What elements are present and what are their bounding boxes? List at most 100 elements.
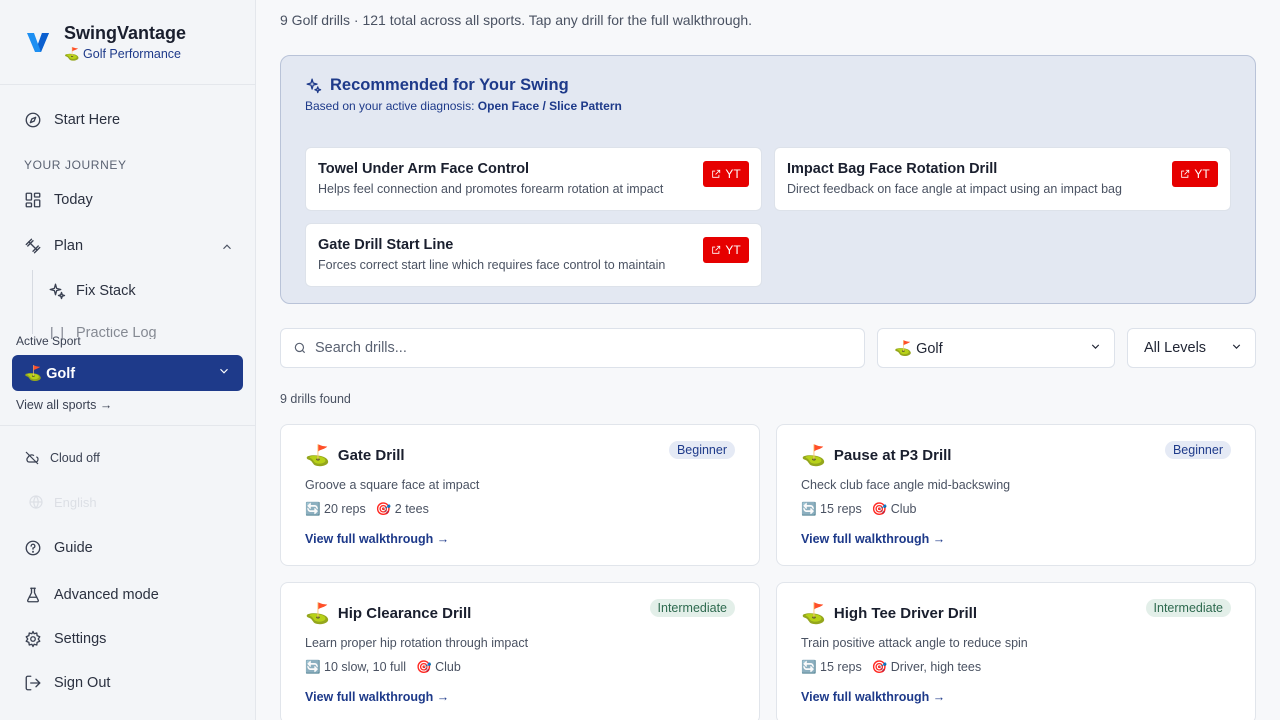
drill-name: Hip Clearance Drill <box>337 605 472 622</box>
nav-label: Guide <box>54 540 93 556</box>
search-icon <box>294 342 306 354</box>
main-content: 9 Golf drills · 121 total across all spo… <box>256 0 1280 720</box>
compass-icon <box>25 112 41 128</box>
language-ghost: English <box>28 494 97 510</box>
nav-today[interactable]: Today <box>24 191 93 209</box>
active-sport-label: Active Sport <box>16 334 81 348</box>
youtube-button[interactable]: YT <box>703 237 749 263</box>
grid-icon <box>25 192 41 208</box>
level-badge: Intermediate <box>649 599 735 617</box>
flask-icon <box>27 587 39 603</box>
recommended-subtitle: Based on your active diagnosis: Open Fac… <box>305 99 622 113</box>
walkthrough-link[interactable]: View full walkthrough → <box>801 690 945 704</box>
youtube-button[interactable]: YT <box>703 161 749 187</box>
nav-start-here[interactable]: Start Here <box>24 111 120 129</box>
chevron-up-icon[interactable] <box>220 240 234 254</box>
drill-card[interactable]: ⛳ Gate Drill Beginner Groove a square fac… <box>280 424 760 566</box>
nav-sign-out[interactable]: Sign Out <box>24 674 110 692</box>
level-badge: Intermediate <box>1145 599 1231 617</box>
drill-reps: 🔄 20 reps <box>305 502 366 516</box>
drill-card[interactable]: ⛳ High Tee Driver Drill Intermediate Trai… <box>776 582 1256 720</box>
nav-section-journey: YOUR JOURNEY <box>24 158 127 172</box>
nav-advanced-mode[interactable]: Advanced mode <box>24 586 159 604</box>
drill-desc: Train positive attack angle to reduce sp… <box>801 636 1028 650</box>
recommended-sub-prefix: Based on your active diagnosis: <box>305 99 478 113</box>
nav-guide[interactable]: Guide <box>24 539 93 557</box>
drill-reps: 🔄 15 reps <box>801 660 862 674</box>
gear-icon <box>25 630 41 648</box>
cloud-off-icon <box>25 451 39 465</box>
walkthrough-link[interactable]: View full walkthrough → <box>305 532 449 546</box>
subnav-line <box>32 270 33 334</box>
nav-fix-stack[interactable]: Fix Stack <box>48 282 136 300</box>
recommended-card-desc: Helps feel connection and promotes forea… <box>318 182 664 196</box>
drill-equipment: 🎯 Club <box>871 502 917 516</box>
divider <box>0 84 255 85</box>
language-label: English <box>54 494 97 510</box>
page-subtitle: 9 Golf drills · 121 total across all spo… <box>280 12 753 28</box>
recommended-card-title: Impact Bag Face Rotation Drill <box>787 161 998 177</box>
drill-name: High Tee Driver Drill <box>833 605 977 622</box>
view-all-sports-link[interactable]: View all sports → <box>16 398 112 412</box>
sidebar: SwingVantage ⛳ Golf Performance Start He… <box>0 0 256 720</box>
recommended-title: Recommended for Your Swing <box>305 76 569 95</box>
recommended-card[interactable]: Towel Under Arm Face Control Helps feel … <box>305 147 762 211</box>
nav-label: Settings <box>54 631 107 647</box>
drill-name: Gate Drill <box>337 447 405 464</box>
drill-equipment: 🎯 Club <box>416 660 461 674</box>
nav-label: Practice Log <box>76 327 157 339</box>
search-input[interactable] <box>315 340 852 356</box>
level-filter-value: All Levels <box>1144 340 1207 356</box>
drill-desc: Check club face angle mid-backswing <box>801 478 1011 492</box>
recommended-card-title: Towel Under Arm Face Control <box>318 161 530 177</box>
active-sport-value: ⛳ Golf <box>24 365 76 382</box>
recommended-card-title: Gate Drill Start Line <box>318 237 454 253</box>
sparkles-icon <box>306 78 322 94</box>
nav-label: Advanced mode <box>54 587 159 603</box>
cloud-status[interactable]: Cloud off <box>24 450 100 466</box>
drill-reps: 🔄 10 slow, 10 full <box>305 660 407 674</box>
search-box[interactable] <box>280 328 865 368</box>
recommended-card-desc: Forces correct start line which requires… <box>318 258 666 272</box>
recommended-card-desc: Direct feedback on face angle at impact … <box>787 182 1122 196</box>
nav-settings[interactable]: Settings <box>24 630 106 648</box>
golf-flag-icon: ⛳ <box>801 603 826 625</box>
recommended-title-text: Recommended for Your Swing <box>330 76 569 94</box>
brand-logo-icon <box>27 33 49 52</box>
drill-card[interactable]: ⛳ Hip Clearance Drill Intermediate Learn … <box>280 582 760 720</box>
drill-reps: 🔄 15 reps <box>801 502 862 516</box>
external-link-icon <box>1181 169 1190 178</box>
nav-plan[interactable]: Plan <box>24 237 83 255</box>
log-out-icon <box>25 675 41 691</box>
nav-label: Fix Stack <box>76 283 136 299</box>
chevron-down-icon <box>217 364 231 382</box>
walkthrough-link[interactable]: View full walkthrough → <box>801 532 945 546</box>
chevron-down-icon <box>1230 340 1243 357</box>
dumbbell-icon <box>25 238 41 254</box>
drill-card[interactable]: ⛳ Pause at P3 Drill Beginner Check club f… <box>776 424 1256 566</box>
golf-flag-icon: ⛳ <box>801 445 826 467</box>
drill-equipment: 🎯 2 tees <box>375 502 429 516</box>
divider <box>0 425 255 426</box>
nav-label: Start Here <box>54 112 121 128</box>
brand-name: SwingVantage <box>64 23 187 43</box>
sport-filter-select[interactable]: ⛳ Golf <box>877 328 1115 368</box>
nav-label: Today <box>54 192 93 208</box>
walkthrough-link[interactable]: View full walkthrough → <box>305 690 449 704</box>
sport-filter-value: ⛳ Golf <box>894 340 943 357</box>
sparkles-icon <box>49 283 66 300</box>
youtube-button[interactable]: YT <box>1172 161 1218 187</box>
chevron-down-icon <box>1089 340 1102 357</box>
level-filter-select[interactable]: All Levels <box>1127 328 1256 368</box>
nav-label: Sign Out <box>54 675 111 691</box>
recommended-card[interactable]: Gate Drill Start Line Forces correct sta… <box>305 223 762 287</box>
golf-flag-icon: ⛳ <box>305 445 330 467</box>
brand[interactable]: SwingVantage ⛳ Golf Performance <box>24 22 186 62</box>
youtube-label: YT <box>725 243 741 257</box>
results-count: 9 drills found <box>280 392 351 406</box>
active-sport-select[interactable]: ⛳ Golf <box>12 355 243 391</box>
youtube-label: YT <box>1194 167 1210 181</box>
youtube-label: YT <box>725 167 741 181</box>
recommended-card[interactable]: Impact Bag Face Rotation Drill Direct fe… <box>774 147 1231 211</box>
drill-equipment: 🎯 Driver, high tees <box>871 660 982 674</box>
